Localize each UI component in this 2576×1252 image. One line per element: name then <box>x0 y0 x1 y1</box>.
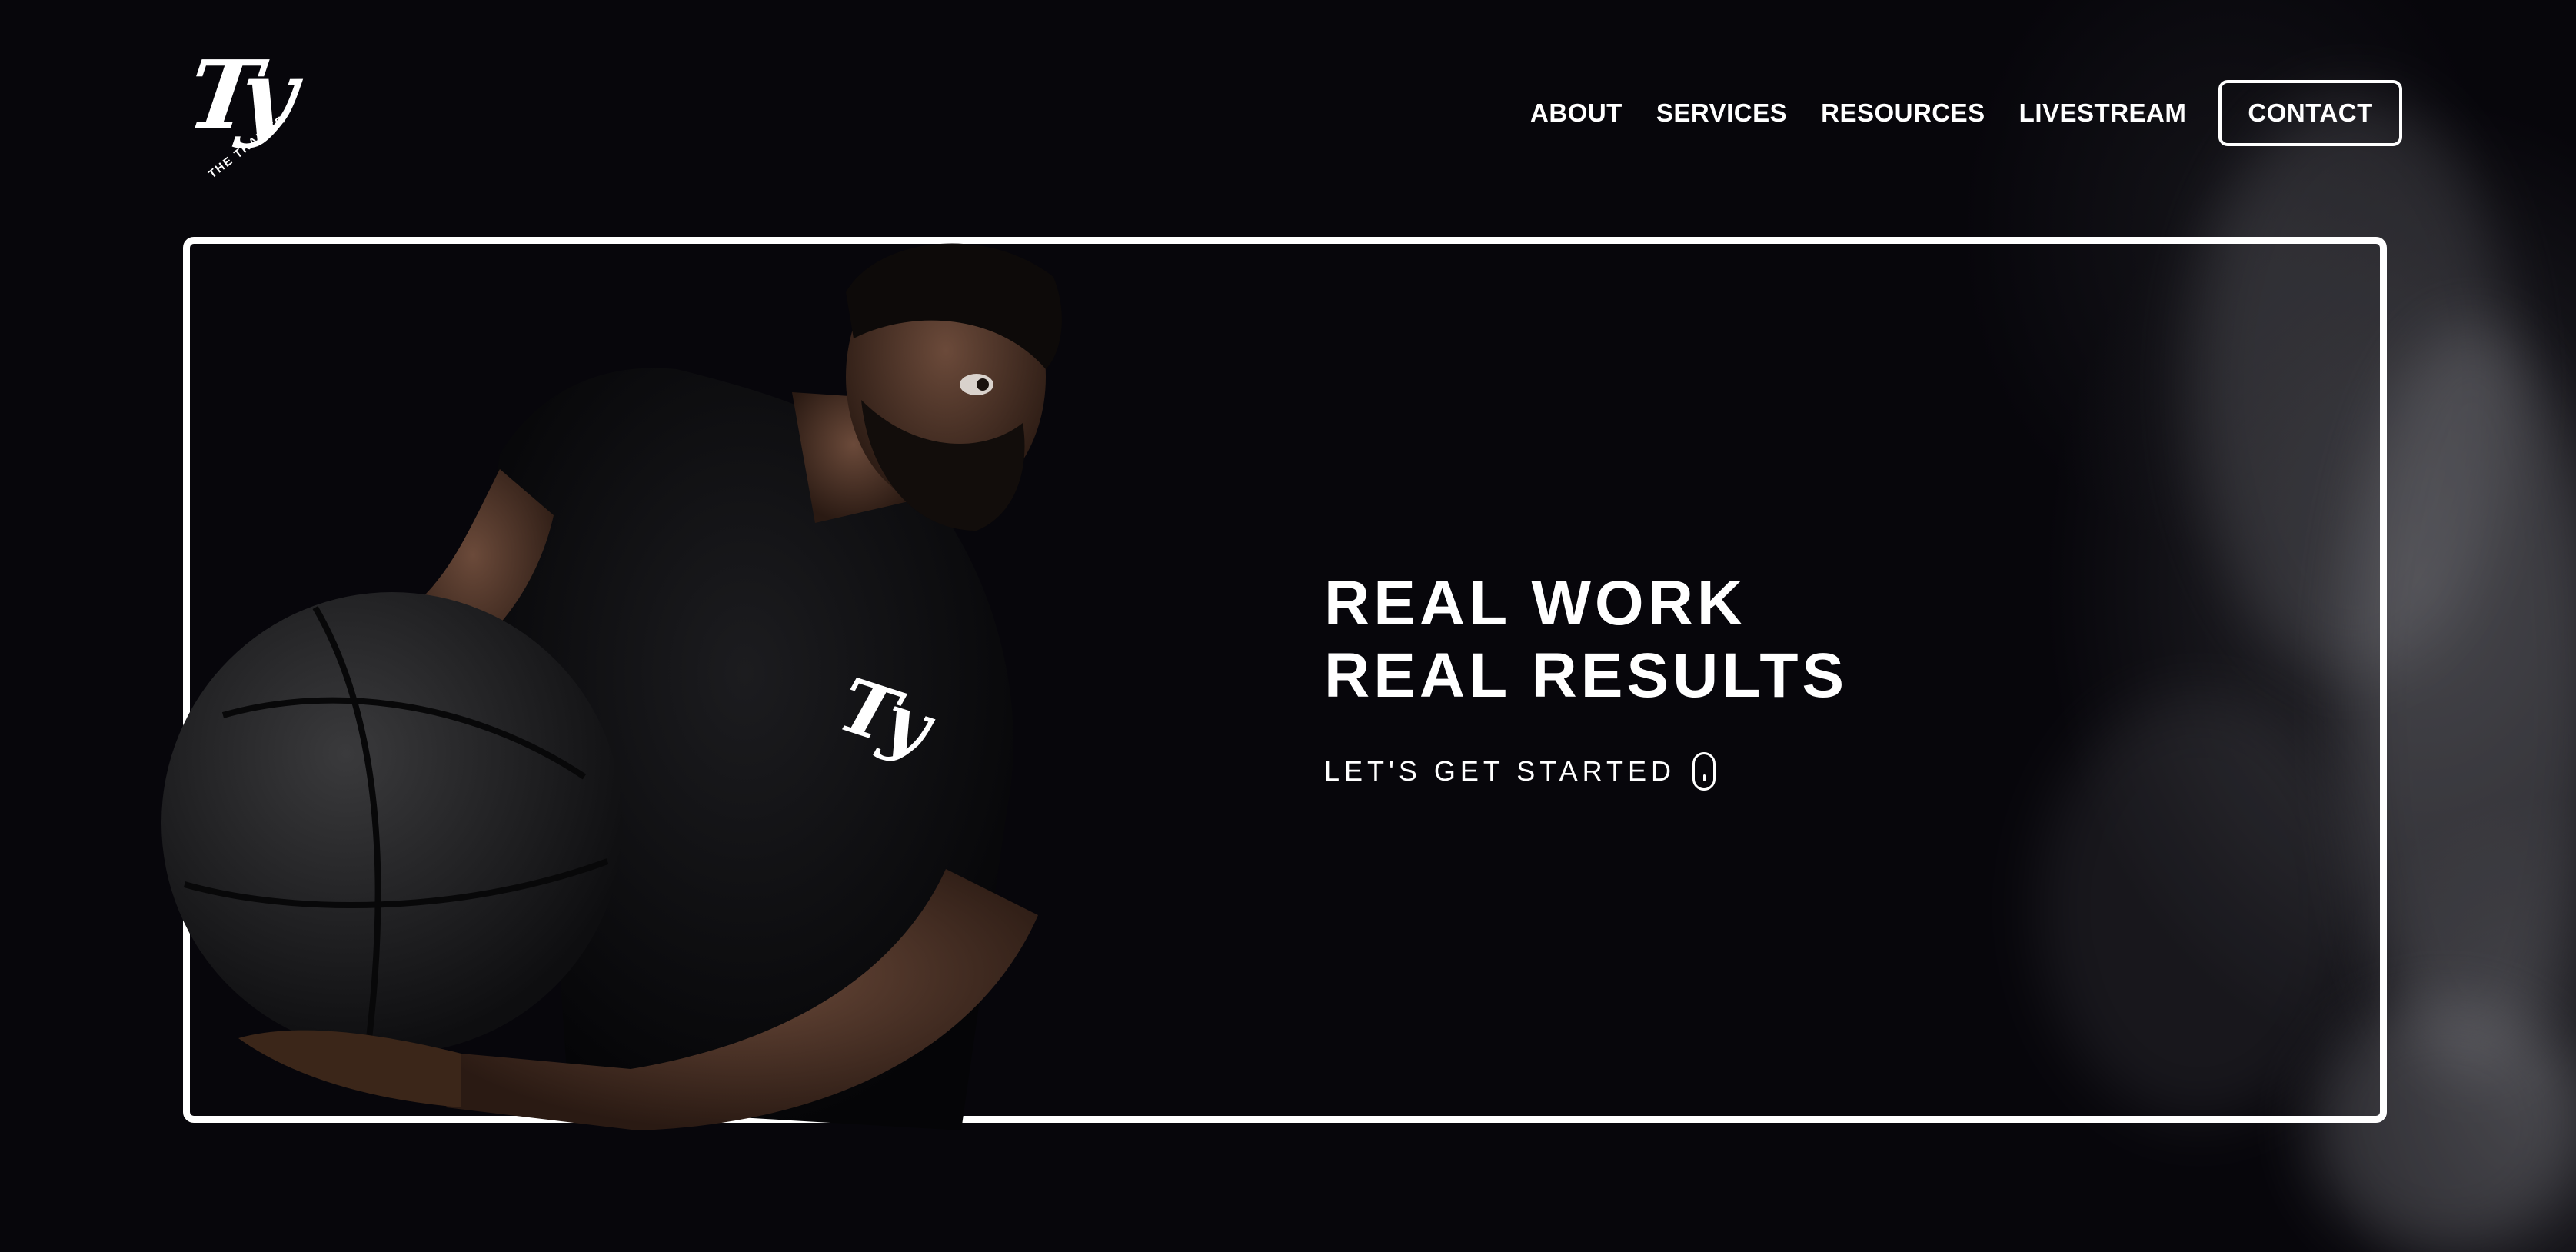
nav-link-about[interactable]: ABOUT <box>1530 98 1622 128</box>
scroll-mouse-icon <box>1692 752 1716 791</box>
hero-title-line-2: REAL RESULTS <box>1324 641 1849 711</box>
nav-link-resources[interactable]: RESOURCES <box>1821 98 1985 128</box>
get-started-label: LET'S GET STARTED <box>1324 755 1676 787</box>
hero-title-line-1: REAL WORK <box>1324 568 1747 638</box>
nav-link-livestream[interactable]: LIVESTREAM <box>2019 98 2187 128</box>
trainer-photo: Ty <box>161 243 1062 1130</box>
nav-link-services[interactable]: SERVICES <box>1656 98 1787 128</box>
contact-button[interactable]: CONTACT <box>2218 80 2402 146</box>
hero-title: REAL WORK REAL RESULTS <box>1324 568 1848 712</box>
brand-logo[interactable]: Ty THE TRAINER <box>181 39 315 181</box>
hero-page: Ty THE TRAINER ABOUT SERVICES RESOURCES … <box>0 0 2576 1252</box>
main-nav: ABOUT SERVICES RESOURCES LIVESTREAM CONT… <box>1530 80 2402 146</box>
get-started-link[interactable]: LET'S GET STARTED <box>1324 752 1716 791</box>
